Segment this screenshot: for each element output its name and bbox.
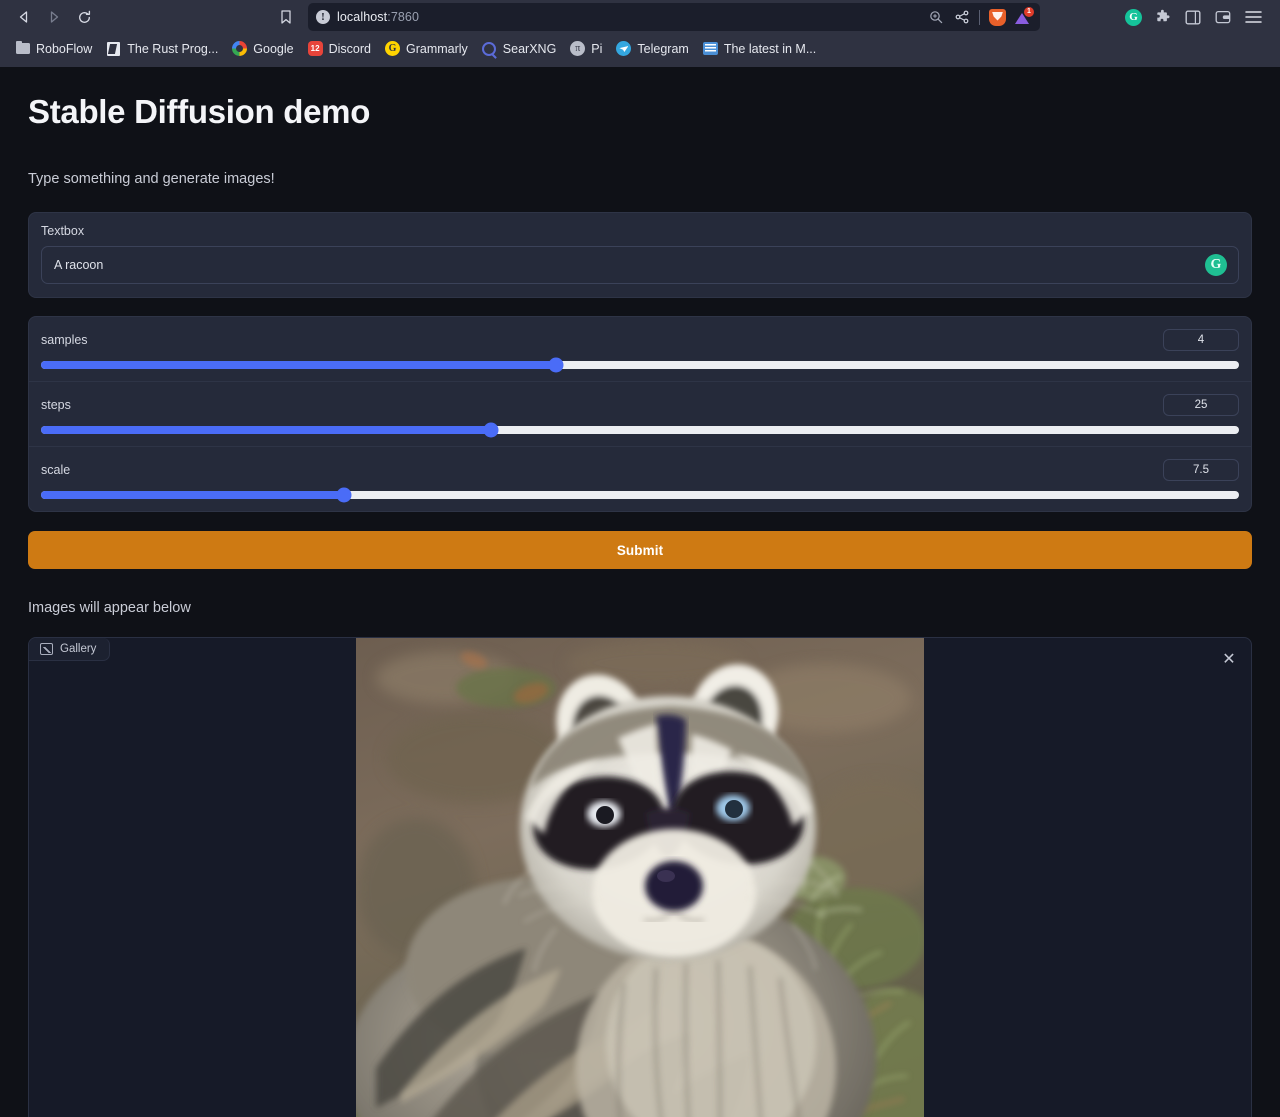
browser-chrome: ! localhost:7860 1 G RoboFlow The Rust P… xyxy=(0,0,1280,67)
sliders-panel: samples 4 steps 25 scale 7.5 xyxy=(28,316,1252,512)
back-arrow-icon xyxy=(19,11,28,23)
grammarly-icon[interactable] xyxy=(1125,8,1142,26)
bookmark-grammarly[interactable]: G Grammarly xyxy=(378,38,475,59)
slider-header: samples 4 xyxy=(41,329,1239,351)
share-icon[interactable] xyxy=(953,9,970,26)
grammarly-icon[interactable] xyxy=(1205,254,1227,276)
slider-header: scale 7.5 xyxy=(41,459,1239,481)
slider-track-scale[interactable] xyxy=(41,487,1239,503)
gallery-image[interactable] xyxy=(356,638,924,1117)
raccoon-image xyxy=(356,638,924,1117)
bookmark-latest-in-m[interactable]: The latest in M... xyxy=(696,38,823,59)
bookmark-label: The Rust Prog... xyxy=(127,41,219,56)
extension-badge-count: 1 xyxy=(1024,6,1034,17)
toolbar-divider xyxy=(979,9,980,25)
reload-icon xyxy=(78,10,90,23)
address-bar-actions: 1 xyxy=(927,6,1034,26)
forward-arrow-icon xyxy=(50,11,59,23)
hamburger-menu-icon[interactable] xyxy=(1244,8,1262,26)
reload-button[interactable] xyxy=(70,3,98,31)
news-icon xyxy=(702,41,718,56)
gallery-description: Images will appear below xyxy=(28,600,191,616)
bookmark-label: Discord xyxy=(328,41,371,56)
brave-wallet-icon[interactable] xyxy=(1214,8,1232,26)
slider-track-steps[interactable] xyxy=(41,422,1239,438)
slider-label-samples: samples xyxy=(41,333,88,347)
folder-icon xyxy=(15,40,30,56)
textbox-wrapper xyxy=(41,246,1239,284)
bookmark-searxng[interactable]: SearXNG xyxy=(475,38,564,59)
bookmark-rust-programming[interactable]: The Rust Prog... xyxy=(99,38,225,59)
slider-row-steps: steps 25 xyxy=(29,381,1251,446)
discord-icon: 12 xyxy=(307,41,323,56)
bookmark-google[interactable]: Google xyxy=(225,38,300,59)
bookmark-label: Google xyxy=(253,41,294,56)
gallery-tab-label: Gallery xyxy=(60,643,97,655)
sidebar-panel-icon[interactable] xyxy=(1184,8,1202,26)
slider-track-samples[interactable] xyxy=(41,357,1239,373)
gallery-tab[interactable]: Gallery xyxy=(29,638,111,661)
slider-row-samples: samples 4 xyxy=(29,317,1251,381)
slider-fill xyxy=(41,491,345,499)
extensions-puzzle-icon[interactable] xyxy=(1154,8,1172,26)
bookmarks-bar: RoboFlow The Rust Prog... Google 12 Disc… xyxy=(0,34,1280,63)
slider-fill xyxy=(41,426,492,434)
google-icon xyxy=(232,41,248,56)
textbox-panel: Textbox xyxy=(28,212,1252,298)
bookmark-roboflow[interactable]: RoboFlow xyxy=(8,38,99,59)
bookmark-label: RoboFlow xyxy=(36,41,93,56)
brave-shields-icon[interactable] xyxy=(989,8,1006,26)
submit-button[interactable]: Submit xyxy=(28,531,1252,569)
gradio-app: Stable Diffusion demo Type something and… xyxy=(0,67,1280,1117)
slider-label-scale: scale xyxy=(41,463,71,477)
slider-thumb-scale[interactable] xyxy=(336,487,352,503)
telegram-icon xyxy=(616,41,632,56)
bookmark-discord[interactable]: 12 Discord xyxy=(301,38,378,59)
bookmark-label: Telegram xyxy=(637,41,689,56)
bookmark-label: Pi xyxy=(591,41,603,56)
slider-thumb-steps[interactable] xyxy=(483,422,499,438)
prompt-input[interactable] xyxy=(41,246,1239,284)
browser-toolbar: ! localhost:7860 1 G xyxy=(0,0,1280,34)
gallery-panel: Gallery ✕ xyxy=(28,637,1252,1117)
page-title: Stable Diffusion demo xyxy=(28,93,371,130)
close-icon[interactable]: ✕ xyxy=(1219,650,1239,670)
book-icon xyxy=(106,41,121,56)
back-button[interactable] xyxy=(10,3,38,31)
search-icon xyxy=(482,41,497,56)
slider-value-scale[interactable]: 7.5 xyxy=(1163,459,1239,481)
bookmark-pi[interactable]: Pi xyxy=(563,38,609,59)
slider-fill xyxy=(41,361,557,369)
slider-thumb-samples[interactable] xyxy=(548,357,564,373)
bookmark-icon xyxy=(281,10,291,24)
bookmark-label: Grammarly xyxy=(405,41,468,56)
slider-label-steps: steps xyxy=(41,398,71,412)
textbox-label: Textbox xyxy=(41,224,85,238)
forward-button[interactable] xyxy=(40,3,68,31)
slider-row-scale: scale 7.5 xyxy=(29,446,1251,511)
slider-value-steps[interactable]: 25 xyxy=(1163,394,1239,416)
browser-extension-area xyxy=(1125,8,1270,26)
bookmark-label: The latest in M... xyxy=(723,41,817,56)
zoom-magnifier-icon[interactable] xyxy=(927,9,944,26)
pi-icon xyxy=(570,41,586,56)
slider-value-samples[interactable]: 4 xyxy=(1163,329,1239,351)
site-info-icon[interactable]: ! xyxy=(316,10,330,24)
slider-header: steps 25 xyxy=(41,394,1239,416)
bookmark-telegram[interactable]: Telegram xyxy=(609,38,695,59)
bookmark-label: SearXNG xyxy=(502,41,557,56)
bookmark-page-button[interactable] xyxy=(272,3,300,31)
grammarly-icon: G xyxy=(384,41,400,56)
address-bar[interactable]: ! localhost:7860 1 xyxy=(308,3,1040,31)
image-icon xyxy=(40,643,53,655)
url-text: localhost:7860 xyxy=(337,10,420,24)
page-description: Type something and generate images! xyxy=(28,171,275,187)
extension-triangle-icon[interactable]: 1 xyxy=(1015,6,1034,26)
